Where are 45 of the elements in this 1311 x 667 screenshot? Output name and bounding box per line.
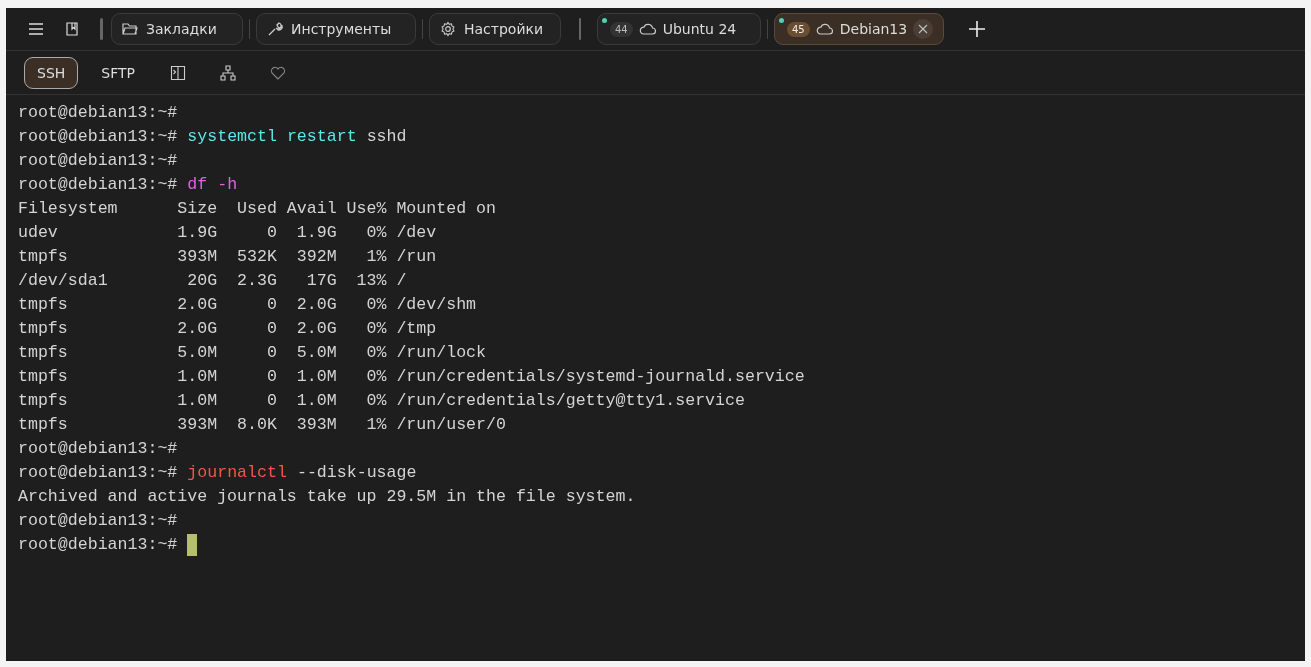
- toolbar-button[interactable]: Инструменты: [256, 13, 416, 45]
- terminal-output: tmpfs 1.0M 0 1.0M 0% /run/credentials/getty@tty1.service: [18, 390, 745, 412]
- shell-prompt: root@debian13:~#: [18, 438, 178, 460]
- terminal-output: Archived and active journals take up 29.5M in the file system.: [18, 486, 636, 508]
- mode-tab[interactable]: SFTP: [88, 56, 148, 89]
- session-number-badge: 45: [787, 21, 810, 37]
- terminal-output: tmpfs 1.0M 0 1.0M 0% /run/credentials/systemd-journald.service: [18, 366, 805, 388]
- command-text: journalctl: [187, 462, 287, 484]
- heart-icon[interactable]: [270, 65, 286, 80]
- shell-prompt: root@debian13:~#: [18, 510, 178, 532]
- network-tree-icon[interactable]: [220, 64, 236, 81]
- terminal-output: tmpfs 2.0G 0 2.0G 0% /dev/shm: [18, 294, 477, 316]
- terminal-output: /dev/sda1 20G 2.3G 17G 13% /: [18, 270, 407, 292]
- split-panel-icon[interactable]: [170, 64, 186, 81]
- terminal-output: tmpfs 393M 8.0K 393M 1% /run/user/0: [18, 414, 506, 436]
- settings-icon: [440, 21, 456, 37]
- close-icon[interactable]: [913, 19, 934, 39]
- toolbar-button[interactable]: Закладки: [111, 13, 243, 45]
- bookmark-page-icon[interactable]: [66, 22, 78, 36]
- folder-icon: [122, 22, 138, 36]
- session-tab[interactable]: 45 Debian13: [774, 13, 945, 45]
- cloud-icon: [638, 23, 657, 35]
- menu-icon[interactable]: [28, 22, 44, 36]
- terminal-output: tmpfs 2.0G 0 2.0G 0% /tmp: [18, 318, 437, 340]
- mode-tab[interactable]: SSH: [24, 56, 79, 89]
- cloud-icon: [815, 23, 834, 35]
- session-tab[interactable]: 44 Ubuntu 24: [597, 13, 761, 45]
- terminal-output: udev 1.9G 0 1.9G 0% /dev: [18, 222, 437, 244]
- terminal-output: tmpfs 393M 532K 392M 1% /run: [18, 246, 437, 268]
- command-argument: sshd: [366, 126, 407, 148]
- session-number-badge: 44: [610, 21, 633, 37]
- command-argument: --disk-usage: [296, 462, 417, 484]
- command-text: systemctl restart: [187, 126, 357, 148]
- command-text: df -h: [187, 174, 238, 196]
- plus-icon[interactable]: [968, 20, 987, 38]
- shell-prompt: root@debian13:~#: [18, 534, 178, 556]
- terminal-output: Filesystem Size Used Avail Use% Mounted on: [18, 198, 496, 220]
- toolbar-button[interactable]: Настройки: [429, 13, 561, 45]
- wrench-icon: [267, 21, 283, 37]
- shell-prompt: root@debian13:~#: [18, 462, 178, 484]
- terminal-output: tmpfs 5.0M 0 5.0M 0% /run/lock: [18, 342, 487, 364]
- shell-prompt: root@debian13:~#: [18, 126, 178, 148]
- shell-prompt: root@debian13:~#: [18, 102, 178, 124]
- shell-prompt: root@debian13:~#: [18, 174, 178, 196]
- shell-prompt: root@debian13:~#: [18, 150, 178, 172]
